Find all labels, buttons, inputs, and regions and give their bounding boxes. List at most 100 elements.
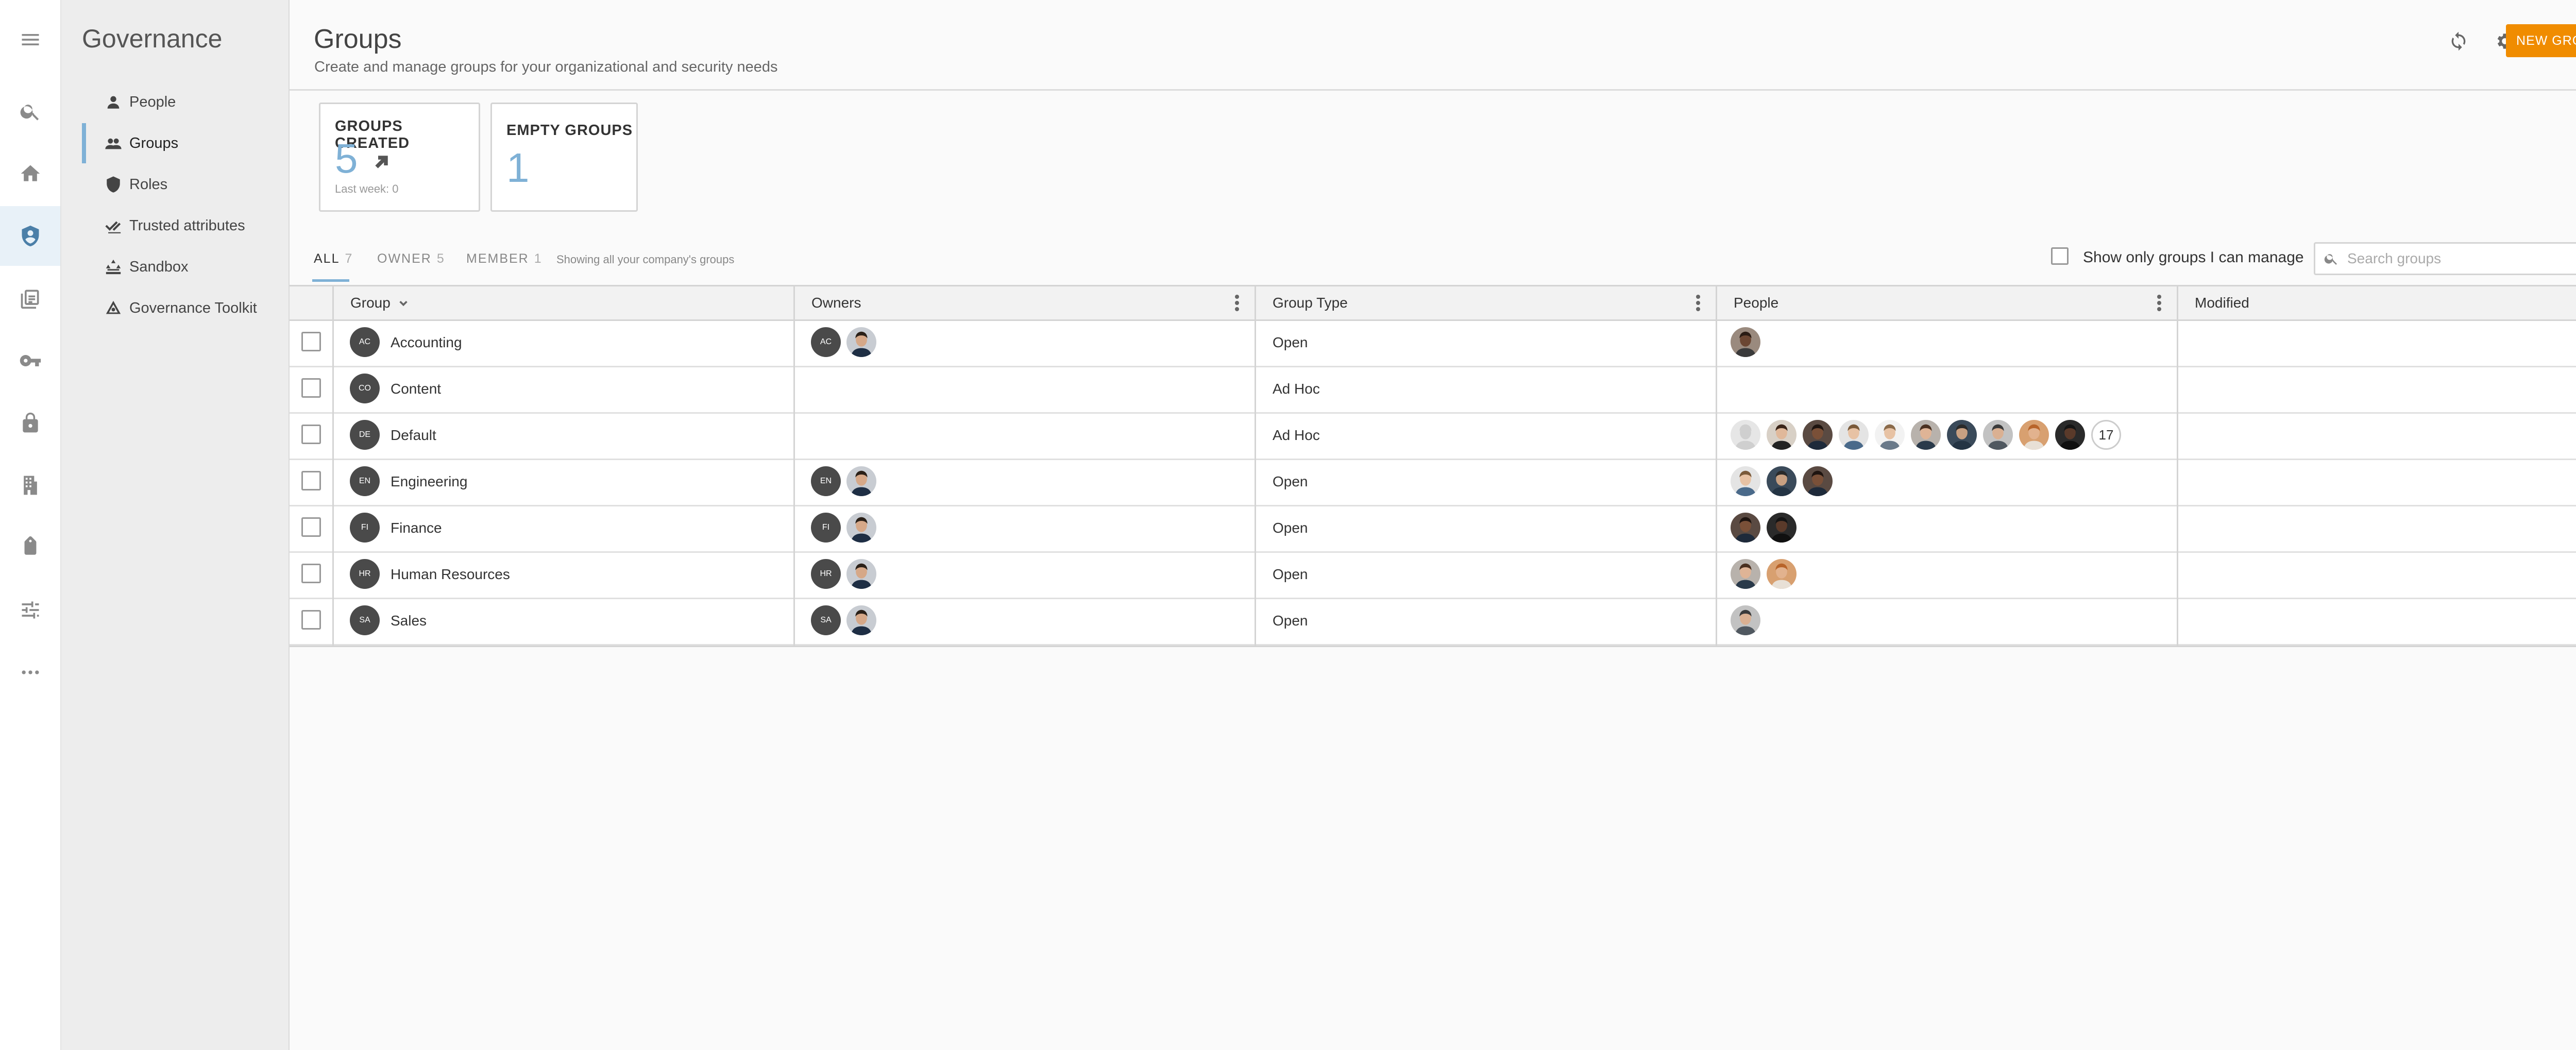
empty-groups-label: EMPTY GROUPS [506, 122, 633, 139]
table-row[interactable]: FI Finance FI Open [290, 505, 2576, 553]
search-input[interactable] [2346, 250, 2576, 267]
member-avatar[interactable] [1731, 559, 1760, 589]
subnav-item-trusted-attributes[interactable]: Trusted attributes [83, 206, 289, 246]
member-avatar[interactable] [1731, 420, 1760, 450]
icon-rail [0, 0, 61, 1050]
person-icon [105, 93, 122, 111]
manage-only-label: Show only groups I can manage [2083, 249, 2304, 266]
rail-settings-sliders-button[interactable] [0, 580, 60, 640]
group-name-link[interactable]: Human Resources [391, 566, 510, 583]
lock-icon [22, 412, 38, 433]
group-name-link[interactable]: Engineering [391, 473, 467, 490]
owner-photo-avatar [846, 327, 876, 357]
row-checkbox[interactable] [301, 517, 321, 537]
table-row[interactable]: DE Default Ad Hoc 17 [290, 412, 2576, 460]
main-content: Groups Create and manage groups for your… [290, 0, 2576, 1050]
column-menu-icon[interactable] [1232, 293, 1242, 313]
group-name-link[interactable]: Content [391, 381, 441, 397]
member-avatar[interactable] [2019, 420, 2049, 450]
rail-lock-button[interactable] [0, 393, 60, 453]
member-avatar[interactable] [1731, 466, 1760, 496]
column-header-owners[interactable]: Owners [811, 286, 861, 319]
rail-home-button[interactable] [0, 144, 60, 204]
rail-tag-button[interactable] [0, 518, 60, 578]
row-checkbox[interactable] [301, 378, 321, 398]
row-checkbox[interactable] [301, 425, 321, 444]
column-menu-icon[interactable] [2154, 293, 2164, 313]
groups-created-card: GROUPS CREATED 5 Last week: 0 [319, 103, 480, 212]
row-checkbox[interactable] [301, 564, 321, 583]
column-header-modified[interactable]: Modified [2195, 286, 2249, 319]
arrow-up-right-icon [372, 153, 391, 172]
row-checkbox[interactable] [301, 471, 321, 490]
subnav-item-roles[interactable]: Roles [83, 164, 289, 205]
sandbox-icon [105, 258, 122, 276]
column-header-people[interactable]: People [1734, 286, 1778, 319]
search-icon [2324, 254, 2337, 265]
rail-building-button[interactable] [0, 455, 60, 515]
tab-member[interactable]: MEMBER 1 [466, 251, 541, 266]
member-avatar[interactable] [1767, 513, 1797, 543]
subnav-item-governance-toolkit[interactable]: Governance Toolkit [83, 288, 289, 328]
rail-menu-button[interactable] [0, 10, 60, 70]
member-avatar[interactable] [1803, 420, 1833, 450]
owner-photo-avatar [846, 559, 876, 589]
rail-search-button[interactable] [0, 81, 60, 141]
member-avatar[interactable] [1911, 420, 1941, 450]
column-header-group-type[interactable]: Group Type [1273, 286, 1348, 319]
subnav-item-sandbox[interactable]: Sandbox [83, 247, 289, 287]
subnav-item-people[interactable]: People [83, 82, 289, 122]
member-avatar[interactable] [1803, 466, 1833, 496]
subnav-item-label: Governance Toolkit [129, 299, 257, 316]
rail-key-button[interactable] [0, 331, 60, 391]
group-name-link[interactable]: Default [391, 427, 436, 444]
empty-groups-value: 1 [506, 145, 530, 191]
group-name-link[interactable]: Finance [391, 520, 442, 536]
group-type: Open [1273, 520, 1308, 536]
group-name-link[interactable]: Accounting [391, 334, 462, 351]
group-type: Ad Hoc [1273, 381, 1320, 397]
tab-all[interactable]: ALL 7 [314, 251, 352, 266]
member-avatar[interactable] [1839, 420, 1869, 450]
new-group-button[interactable]: NEW GROUP [2506, 24, 2576, 57]
subnav-item-label: Sandbox [129, 258, 189, 275]
group-name-link[interactable]: Sales [391, 613, 427, 629]
page-subtitle: Create and manage groups for your organi… [314, 59, 778, 75]
table-row[interactable]: EN Engineering EN Open [290, 459, 2576, 506]
people-icon [105, 134, 122, 152]
rail-more-button[interactable] [0, 642, 60, 702]
manage-only-checkbox[interactable] [2051, 247, 2069, 265]
rail-reports-button[interactable] [0, 268, 60, 328]
member-avatar[interactable] [1767, 559, 1797, 589]
table-header-row: Group Owners Group Type People Modified [290, 286, 2576, 321]
member-avatar[interactable] [1767, 420, 1797, 450]
table-row[interactable]: HR Human Resources HR Open [290, 551, 2576, 599]
toolkit-icon [105, 299, 122, 317]
table-row[interactable]: CO Content Ad Hoc [290, 366, 2576, 414]
member-avatar[interactable] [1767, 466, 1797, 496]
column-menu-icon[interactable] [1693, 293, 1703, 313]
rail-governance-shield-button[interactable] [0, 206, 60, 266]
tab-owner[interactable]: OWNER 5 [377, 251, 444, 266]
table-row[interactable]: SA Sales SA Open [290, 598, 2576, 646]
subnav-item-groups[interactable]: Groups [82, 123, 292, 163]
column-divider [2177, 286, 2178, 646]
member-avatar[interactable] [2055, 420, 2085, 450]
column-header-group[interactable]: Group [350, 286, 409, 319]
row-checkbox[interactable] [301, 332, 321, 351]
column-divider [1716, 286, 1717, 646]
tag-icon [24, 536, 36, 555]
refresh-icon[interactable] [2443, 26, 2474, 57]
column-divider [793, 286, 795, 646]
member-avatar[interactable] [1731, 327, 1760, 357]
member-avatar[interactable] [1731, 513, 1760, 543]
member-avatar[interactable] [1983, 420, 2013, 450]
more-members-count[interactable]: 17 [2091, 420, 2121, 450]
row-checkbox[interactable] [301, 610, 321, 630]
table-row[interactable]: AC Accounting AC Open [290, 319, 2576, 367]
member-avatar[interactable] [1875, 420, 1905, 450]
group-avatar: AC [350, 327, 380, 357]
member-avatar[interactable] [1731, 605, 1760, 635]
building-icon [23, 476, 37, 495]
member-avatar[interactable] [1947, 420, 1977, 450]
